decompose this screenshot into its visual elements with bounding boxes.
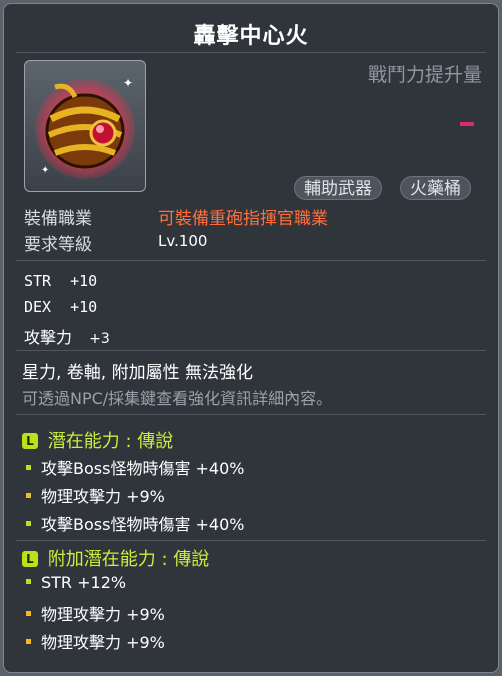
power-increase-label: 戰鬥力提升量 xyxy=(367,64,482,86)
level-row: 要求等級 Lv.100 xyxy=(24,230,207,255)
additional-potential-header: L 附加潛在能力 : 傳說 xyxy=(22,545,209,571)
item-tooltip: 轟擊中心火 ✦ ✦ 戰鬥力提升量 輔助武器 火藥桶 裝備職業 可裝備重砲指揮官職… xyxy=(3,3,499,673)
bullet-icon xyxy=(26,639,31,644)
bullet-icon xyxy=(26,579,31,584)
additional-potential-line: 物理攻擊力 +9% xyxy=(26,629,165,653)
divider xyxy=(16,350,486,351)
potential-line-text: 攻擊Boss怪物時傷害 +40% xyxy=(41,459,245,478)
additional-potential-line: 物理攻擊力 +9% xyxy=(26,601,165,625)
tag-secondary-weapon: 輔助武器 xyxy=(294,176,382,200)
stat-name: 攻擊力 xyxy=(24,328,73,347)
potential-header: L 潛在能力 : 傳說 xyxy=(22,427,173,453)
stat-value: +10 xyxy=(70,272,98,290)
svg-text:✦: ✦ xyxy=(41,165,49,176)
bullet-icon xyxy=(26,465,31,470)
stat-str: STR +10 xyxy=(24,272,97,290)
additional-potential-line: STR +12% xyxy=(26,573,126,592)
power-increase-value xyxy=(460,122,474,126)
job-label: 裝備職業 xyxy=(24,209,92,229)
divider xyxy=(16,52,486,53)
stat-attack: 攻擊力 +3 xyxy=(24,324,110,348)
divider xyxy=(16,414,486,415)
divider xyxy=(16,540,486,541)
potential-line-text: STR +12% xyxy=(41,573,127,592)
enhance-hint: 可透過NPC/採集鍵查看強化資訊詳細內容。 xyxy=(22,389,333,408)
potential-line: 物理攻擊力 +9% xyxy=(26,483,165,507)
bullet-icon xyxy=(26,493,31,498)
potential-line-text: 物理攻擊力 +9% xyxy=(41,605,165,624)
stat-name: STR xyxy=(24,272,52,290)
legendary-grade-icon: L xyxy=(22,551,38,567)
stat-value: +3 xyxy=(89,331,110,347)
powder-keg-icon: ✦ ✦ xyxy=(35,76,135,179)
potential-line-text: 物理攻擊力 +9% xyxy=(41,487,165,506)
job-value: 可裝備重砲指揮官職業 xyxy=(158,209,328,229)
potential-line: 攻擊Boss怪物時傷害 +40% xyxy=(26,455,245,479)
tag-powder-keg: 火藥桶 xyxy=(400,176,471,200)
item-name: 轟擊中心火 xyxy=(193,24,309,49)
stat-name: DEX xyxy=(24,298,52,316)
legendary-grade-icon: L xyxy=(22,433,38,449)
potential-line-text: 攻擊Boss怪物時傷害 +40% xyxy=(41,515,245,534)
potential-line-text: 物理攻擊力 +9% xyxy=(41,633,165,652)
stat-value: +10 xyxy=(70,298,98,316)
additional-potential-title: 附加潛在能力 : 傳說 xyxy=(47,549,210,570)
bullet-icon xyxy=(26,521,31,526)
level-value: Lv.100 xyxy=(158,232,208,250)
bullet-icon xyxy=(26,611,31,616)
stat-dex: DEX +10 xyxy=(24,298,97,316)
job-row: 裝備職業 可裝備重砲指揮官職業 xyxy=(24,204,328,229)
potential-title: 潛在能力 : 傳說 xyxy=(47,431,174,452)
item-icon-frame: ✦ ✦ xyxy=(24,60,146,192)
level-label: 要求等級 xyxy=(24,235,92,255)
potential-line: 攻擊Boss怪物時傷害 +40% xyxy=(26,511,245,535)
divider xyxy=(16,260,486,261)
no-enhance-note: 星力, 卷軸, 附加屬性 無法強化 xyxy=(22,363,254,383)
svg-text:✦: ✦ xyxy=(123,76,133,90)
